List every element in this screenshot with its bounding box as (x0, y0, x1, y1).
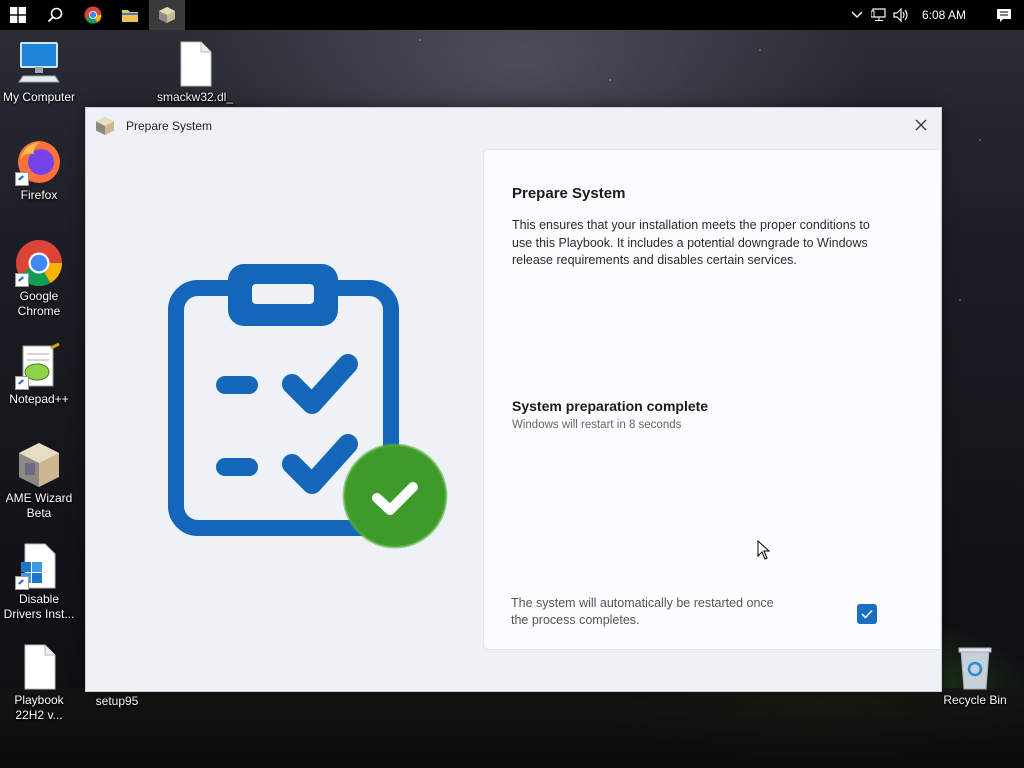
mouse-cursor-icon (757, 539, 771, 565)
folder-icon (122, 10, 138, 22)
taskbar-chrome-button[interactable] (75, 0, 111, 30)
volume-button[interactable] (890, 0, 912, 30)
desktop-icon-my-computer[interactable]: My Computer (0, 40, 78, 105)
taskbar: 6:08 AM (0, 0, 1024, 30)
desktop-icon-label: Google Chrome (17, 289, 61, 318)
auto-restart-label: The system will automatically be restart… (511, 596, 774, 627)
script-icon (15, 542, 63, 590)
file-icon (171, 40, 219, 88)
page-description: This ensures that your installation meet… (512, 218, 870, 267)
desktop-icon-disable-drivers[interactable]: Disable Drivers Inst... (0, 542, 78, 622)
desktop-icon-label: Disable Drivers Inst... (3, 592, 75, 621)
page-title: Prepare System (512, 185, 626, 202)
shortcut-arrow-icon (15, 376, 29, 390)
volume-icon (893, 8, 908, 22)
desktop-icon-notepadpp[interactable]: Notepad++ (0, 342, 78, 407)
clipboard-checklist-illustration (166, 258, 451, 558)
prepare-system-dialog: Prepare System Prepare System This ensur… (85, 107, 942, 692)
shortcut-arrow-icon (15, 576, 29, 590)
desktop-icon-ame-wizard[interactable]: AME Wizard Beta (0, 441, 78, 521)
desktop-icon-google-chrome[interactable]: Google Chrome (0, 239, 78, 319)
action-center-button[interactable] (984, 0, 1024, 30)
chrome-icon (84, 6, 102, 24)
checkmark-icon (861, 609, 873, 619)
desktop-icon-label: Playbook 22H2 v... (14, 693, 64, 722)
show-hidden-icons-button[interactable] (846, 0, 868, 30)
auto-restart-checkbox[interactable] (857, 604, 877, 624)
desktop-icon-smackw32[interactable]: smackw32.dl_ (155, 40, 235, 105)
desktop-icon-label: smackw32.dl_ (156, 90, 234, 104)
status-title: System preparation complete (512, 398, 709, 414)
close-button[interactable] (907, 112, 935, 138)
chevron-up-icon (851, 11, 863, 18)
desktop-icon-playbook[interactable]: Playbook 22H2 v... (0, 643, 78, 723)
search-button[interactable] (37, 0, 73, 30)
shortcut-arrow-icon (15, 273, 29, 287)
ame-box-icon (95, 116, 115, 136)
file-icon (15, 643, 63, 691)
desktop-icon-label: Recycle Bin (943, 693, 1007, 707)
taskbar-ame-wizard-button[interactable] (149, 0, 185, 30)
desktop-icon-label: My Computer (2, 90, 76, 104)
search-icon (47, 7, 63, 23)
system-tray: 6:08 AM (846, 0, 1024, 30)
computer-icon (15, 40, 63, 88)
action-center-icon (997, 8, 1011, 22)
shortcut-arrow-icon (15, 172, 29, 186)
ame-box-icon (15, 441, 63, 489)
ame-box-icon (159, 7, 175, 23)
notepadpp-icon (15, 342, 63, 390)
recycle-bin-icon (951, 643, 999, 691)
desktop-icon-setup95[interactable]: setup95 (78, 694, 156, 709)
dialog-titlebar[interactable]: Prepare System (86, 108, 941, 144)
windows-logo-icon (10, 7, 26, 23)
start-button[interactable] (0, 0, 36, 30)
firefox-icon (15, 138, 63, 186)
status-subtitle: Windows will restart in 8 seconds (512, 419, 682, 431)
close-icon (915, 119, 927, 131)
desktop-icon-label: Notepad++ (9, 392, 69, 406)
desktop-icon-firefox[interactable]: Firefox (0, 138, 78, 203)
desktop-icon-label: setup95 (95, 694, 139, 708)
network-button[interactable] (868, 0, 890, 30)
clock[interactable]: 6:08 AM (922, 8, 966, 22)
chrome-icon (15, 239, 63, 287)
desktop-icon-recycle-bin[interactable]: Recycle Bin (936, 643, 1014, 708)
details-card: Prepare System This ensures that your in… (483, 149, 940, 650)
taskbar-explorer-button[interactable] (112, 0, 148, 30)
desktop-icon-label: Firefox (20, 188, 58, 202)
network-icon (870, 8, 886, 21)
dialog-title: Prepare System (126, 119, 213, 133)
desktop-icon-label: AME Wizard Beta (5, 491, 73, 520)
